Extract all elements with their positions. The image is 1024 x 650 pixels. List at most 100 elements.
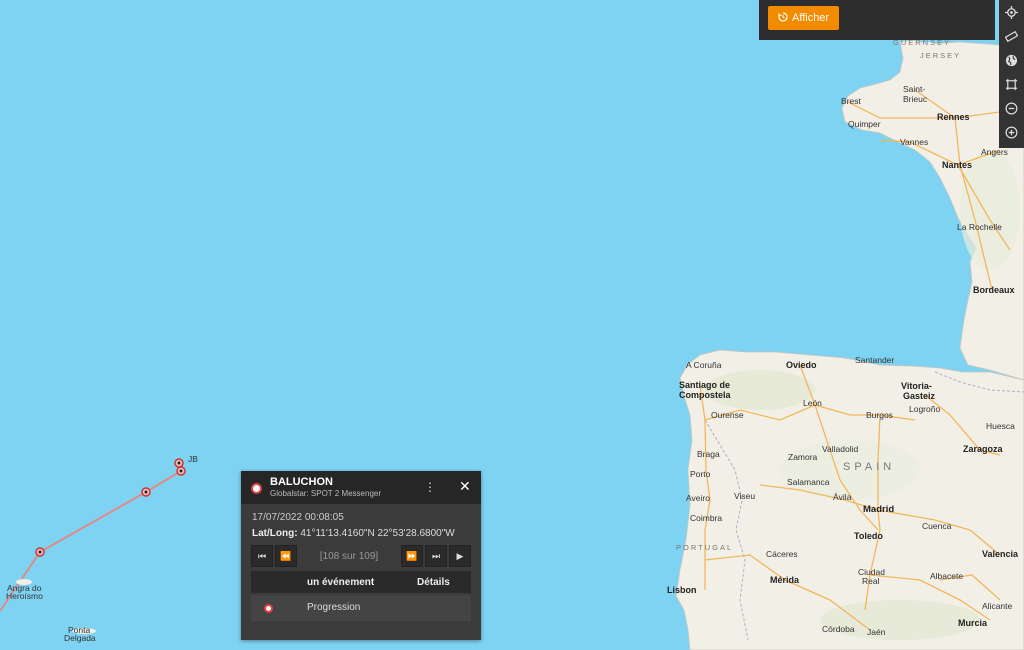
device-popup: BALUCHON Globalstar: SPOT 2 Messenger ⋮ … <box>241 471 481 640</box>
label-braga: Braga <box>697 449 720 459</box>
label-quimper: Quimper <box>848 119 881 129</box>
rewind-button[interactable]: ⏪ <box>275 545 297 567</box>
zoom-out-button[interactable] <box>999 96 1024 120</box>
history-icon <box>777 11 788 25</box>
track-point-center <box>144 490 148 494</box>
locate-button[interactable] <box>999 0 1024 24</box>
label-vannes: Vannes <box>900 137 928 147</box>
label-leon: León <box>803 398 822 408</box>
latlong-label: Lat/Long: <box>252 528 298 539</box>
rewind-icon: ⏪ <box>280 550 292 561</box>
label-rennes: Rennes <box>937 112 970 122</box>
label-albacete: Albacete <box>930 571 963 581</box>
label-murcia: Murcia <box>958 618 988 628</box>
popup-latlong: Lat/Long: 41°11'13.4160"N 22°53'28.6800"… <box>252 528 455 539</box>
skip-last-button[interactable]: ⏭ <box>425 545 447 567</box>
label-merida: Mérida <box>770 575 800 585</box>
label-jaen: Jaén <box>867 627 886 637</box>
label-viseu: Viseu <box>734 491 755 501</box>
more-vertical-icon[interactable]: ⋮ <box>424 480 436 494</box>
ruler-icon <box>1005 30 1018 42</box>
label-logrono: Logroño <box>909 404 940 414</box>
label-ponta-delgada-2: Delgada <box>64 633 96 643</box>
track-point-center <box>179 469 183 473</box>
label-zamora: Zamora <box>788 452 818 462</box>
label-cordoba: Córdoba <box>822 624 855 634</box>
label-santiago-2: Compostela <box>679 390 732 400</box>
track-point-center <box>38 550 42 554</box>
point-counter: [108 sur 109] <box>319 550 379 562</box>
label-lisbon: Lisbon <box>667 585 697 595</box>
column-event[interactable]: un événement <box>307 577 374 588</box>
popup-title: BALUCHON <box>270 476 333 488</box>
label-santander: Santander <box>855 355 894 365</box>
latlong-value: 41°11'13.4160"N 22°53'28.6800"W <box>300 528 455 539</box>
afficher-button[interactable]: Afficher <box>768 6 840 30</box>
marker-label: JB <box>188 454 198 464</box>
locate-icon <box>1005 5 1018 19</box>
label-la-rochelle: La Rochelle <box>957 222 1002 232</box>
map-tools <box>999 0 1024 148</box>
label-portugal: PORTUGAL <box>676 543 733 552</box>
label-ourense: Ourense <box>711 410 744 420</box>
label-angra-2: Heroísmo <box>6 591 43 601</box>
zoom-in-icon <box>1005 126 1018 138</box>
globe-button[interactable] <box>999 48 1024 72</box>
fast-forward-icon: ⏩ <box>406 550 418 561</box>
label-brest: Brest <box>841 96 861 106</box>
column-details[interactable]: Détails <box>417 577 450 588</box>
label-saint-brieuc-1: Saint- <box>903 84 925 94</box>
label-bordeaux: Bordeaux <box>973 285 1015 295</box>
crop-button[interactable] <box>999 72 1024 96</box>
events-table-header: un événement Détails <box>251 571 471 593</box>
label-zaragoza: Zaragoza <box>963 444 1004 454</box>
playback-controls: ⏮ ⏪ [108 sur 109] ⏩ ⏭ ▶ <box>251 545 471 567</box>
label-burgos: Burgos <box>866 410 893 420</box>
label-vitoria-1: Vitoria- <box>901 381 932 391</box>
label-alicante: Alicante <box>982 601 1013 611</box>
label-saint-brieuc-2: Brieuc <box>903 94 928 104</box>
label-vitoria-2: Gasteiz <box>903 391 936 401</box>
skip-last-icon: ⏭ <box>431 550 441 561</box>
terrain-south <box>820 600 980 640</box>
label-ciudad-real-2: Real <box>862 576 880 586</box>
track-point-center <box>177 461 181 465</box>
label-oviedo: Oviedo <box>786 360 817 370</box>
map-canvas[interactable]: JB GUERNSEY JERSEY Saint- Brieuc Brest R… <box>0 0 1024 650</box>
label-caceres: Cáceres <box>766 549 798 559</box>
globe-icon <box>1005 54 1018 66</box>
label-nantes: Nantes <box>942 160 972 170</box>
label-madrid: Madrid <box>863 504 894 515</box>
label-avila: Ávila <box>833 492 852 502</box>
label-toledo: Toledo <box>854 531 883 541</box>
afficher-label: Afficher <box>792 12 830 24</box>
skip-first-button[interactable]: ⏮ <box>251 545 273 567</box>
popup-header: BALUCHON Globalstar: SPOT 2 Messenger ⋮ … <box>241 471 481 504</box>
ruler-button[interactable] <box>999 24 1024 48</box>
label-a-coruna: A Coruña <box>686 360 722 370</box>
popup-date: 17/07/2022 00:08:05 <box>252 512 344 523</box>
label-salamanca: Salamanca <box>787 477 830 487</box>
device-marker-icon <box>251 483 262 494</box>
label-santiago-1: Santiago de <box>679 380 730 390</box>
crop-icon <box>1005 78 1018 90</box>
label-valladolid: Valladolid <box>822 444 859 454</box>
label-angers: Angers <box>981 147 1008 157</box>
label-jersey: JERSEY <box>920 51 961 60</box>
event-marker-icon <box>264 604 273 613</box>
label-coimbra: Coimbra <box>690 513 722 523</box>
close-icon[interactable]: ✕ <box>459 478 471 495</box>
label-valencia: Valencia <box>982 549 1019 559</box>
forward-button[interactable]: ⏩ <box>401 545 423 567</box>
label-huesca: Huesca <box>986 421 1015 431</box>
top-toolbar: Afficher <box>759 0 995 40</box>
label-spain: SPAIN <box>843 461 895 473</box>
zoom-out-icon <box>1005 102 1018 114</box>
zoom-in-button[interactable] <box>999 120 1024 144</box>
play-icon: ▶ <box>456 550 464 561</box>
table-row[interactable]: Progression <box>251 595 471 621</box>
label-aveiro: Aveiro <box>686 493 710 503</box>
skip-first-icon: ⏮ <box>257 550 267 561</box>
label-porto: Porto <box>690 469 711 479</box>
play-button[interactable]: ▶ <box>449 545 471 567</box>
